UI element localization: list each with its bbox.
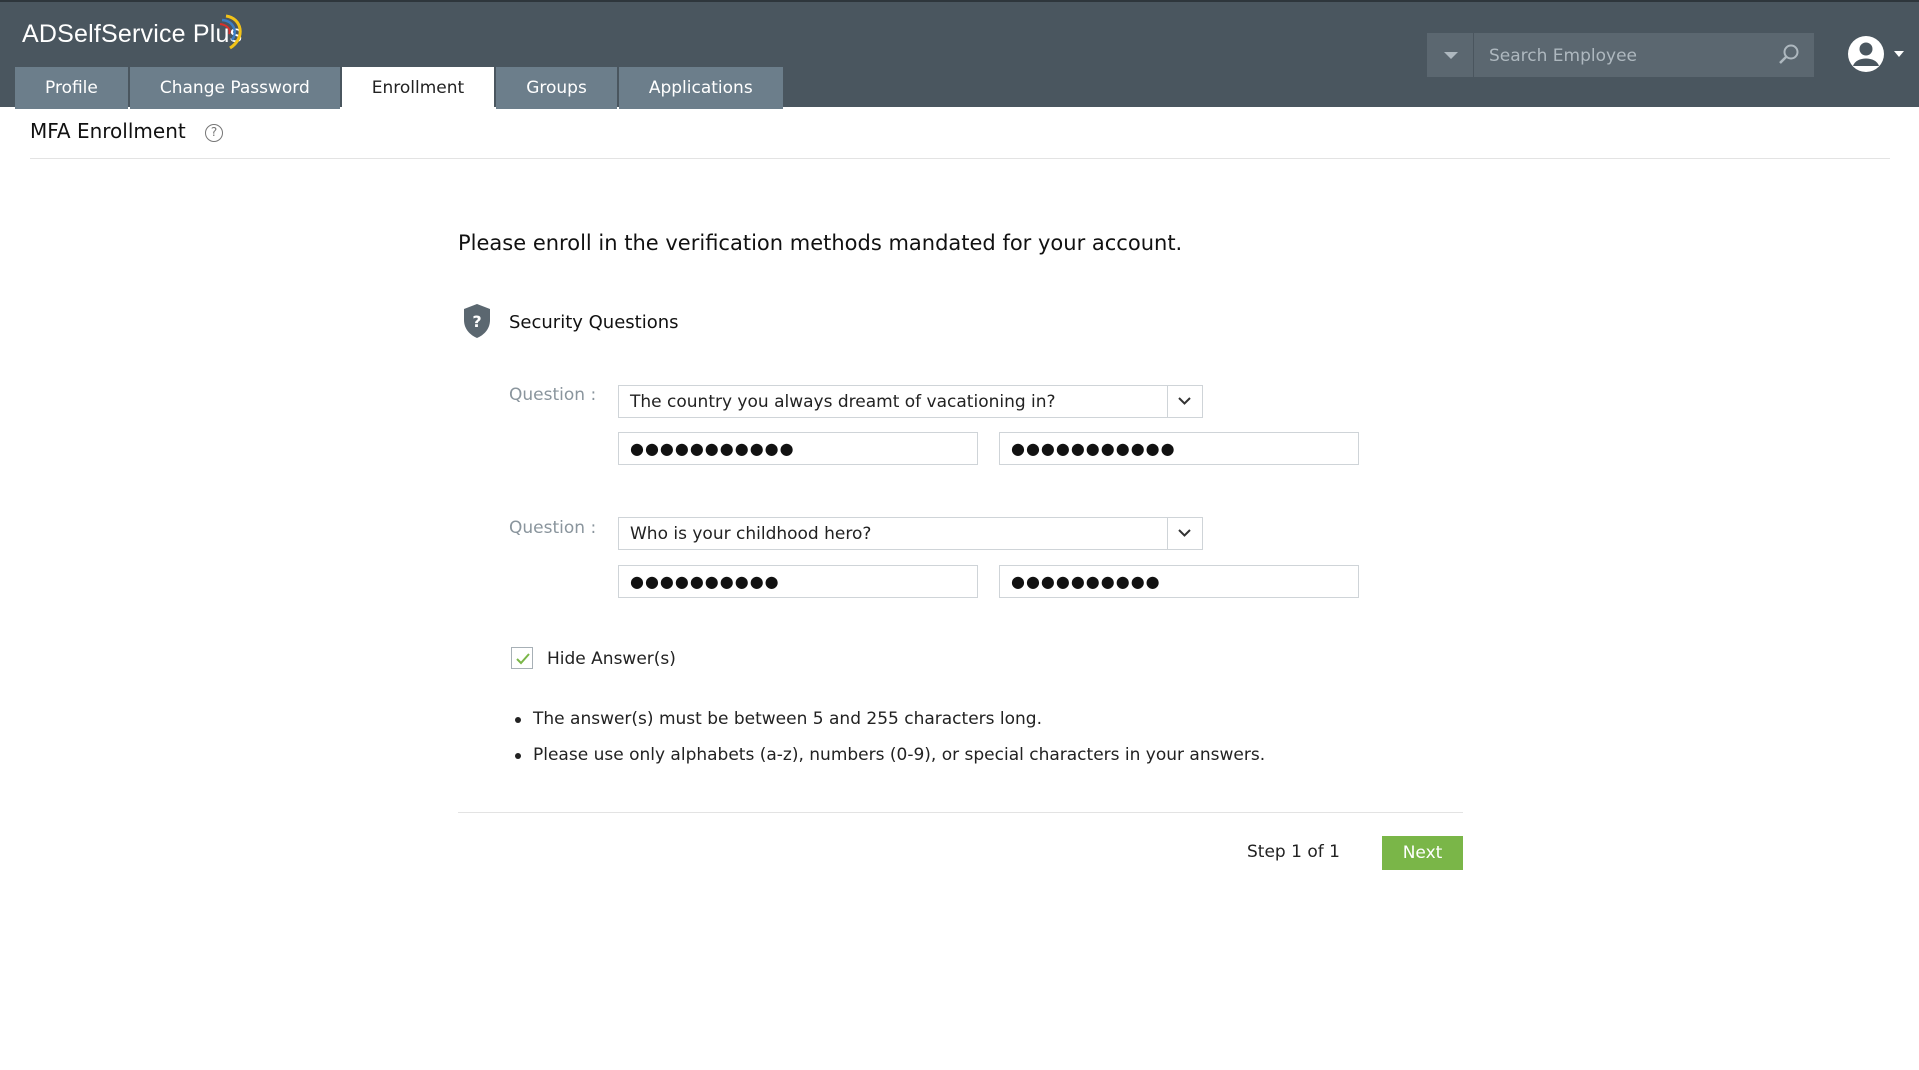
search-icon[interactable] xyxy=(1777,43,1801,67)
page-title: MFA Enrollment xyxy=(30,119,186,143)
svg-text:?: ? xyxy=(472,312,481,331)
tab-applications[interactable]: Applications xyxy=(618,67,783,109)
answer-rules: The answer(s) must be between 5 and 255 … xyxy=(515,706,1265,778)
help-icon[interactable]: ? xyxy=(205,124,223,142)
chevron-down-icon[interactable] xyxy=(1167,518,1202,549)
answer-field-1[interactable]: ●●●●●●●●●●● xyxy=(618,432,978,465)
top-header: ADSelfService Plus Profile Change Passwo… xyxy=(0,0,1919,109)
list-item: The answer(s) must be between 5 and 255 … xyxy=(515,706,1265,742)
question-select-2[interactable]: Who is your childhood hero? xyxy=(618,517,1203,550)
main-tabs: Profile Change Password Enrollment Group… xyxy=(15,67,785,109)
search-filter-dropdown[interactable] xyxy=(1427,33,1474,77)
tab-groups[interactable]: Groups xyxy=(496,67,617,109)
checkmark-icon xyxy=(516,653,530,665)
confirm-answer-field-2[interactable]: ●●●●●●●●●● xyxy=(999,565,1359,598)
logo-arc-icon xyxy=(219,14,242,50)
enroll-instructions: Please enroll in the verification method… xyxy=(458,231,1183,255)
question-select-value: The country you always dreamt of vacatio… xyxy=(630,392,1056,412)
confirm-answer-field-1[interactable]: ●●●●●●●●●●● xyxy=(999,432,1359,465)
user-avatar-icon[interactable] xyxy=(1846,34,1906,74)
question-select-value: Who is your childhood hero? xyxy=(630,524,872,544)
chevron-down-icon[interactable] xyxy=(1167,386,1202,417)
shield-question-icon: ? xyxy=(464,304,490,338)
divider xyxy=(458,812,1463,813)
tab-enrollment[interactable]: Enrollment xyxy=(341,67,495,109)
question-label: Question : xyxy=(509,385,597,405)
search-input[interactable] xyxy=(1487,41,1771,71)
page-title-bar: MFA Enrollment ? xyxy=(30,107,1890,159)
section-title: Security Questions xyxy=(509,312,679,333)
hide-answers-label: Hide Answer(s) xyxy=(547,649,676,669)
next-button[interactable]: Next xyxy=(1382,836,1463,870)
answer-field-2[interactable]: ●●●●●●●●●● xyxy=(618,565,978,598)
hide-answers-checkbox[interactable] xyxy=(511,647,533,669)
step-indicator: Step 1 of 1 xyxy=(1247,842,1340,862)
logo-text: ADSelfService Plus xyxy=(22,20,243,48)
question-label: Question : xyxy=(509,518,597,538)
tab-change-password[interactable]: Change Password xyxy=(129,67,340,109)
list-item: Please use only alphabets (a-z), numbers… xyxy=(515,742,1265,778)
question-select-1[interactable]: The country you always dreamt of vacatio… xyxy=(618,385,1203,418)
tab-profile[interactable]: Profile xyxy=(15,67,128,109)
page: ADSelfService Plus Profile Change Passwo… xyxy=(0,0,1919,1070)
employee-search xyxy=(1427,33,1814,77)
app-logo: ADSelfService Plus xyxy=(22,14,243,50)
